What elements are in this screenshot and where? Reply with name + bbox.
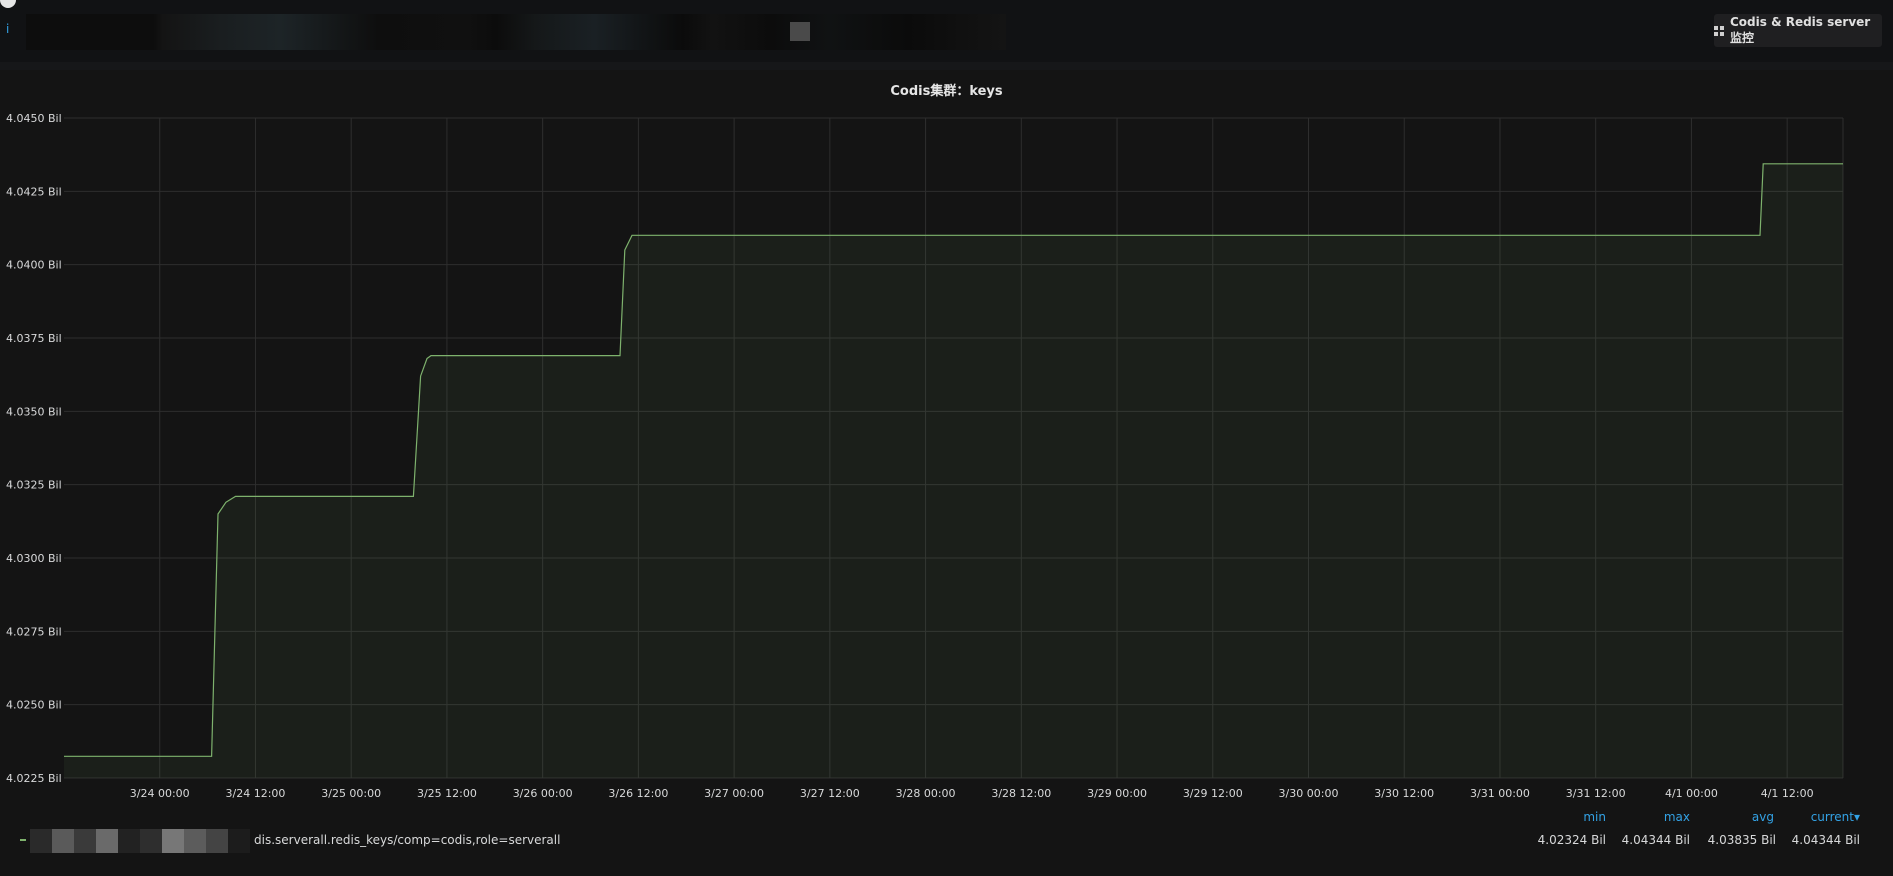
x-tick-label: 3/31 12:00	[1566, 787, 1626, 800]
x-tick-label: 4/1 00:00	[1665, 787, 1718, 800]
legend-value-min: 4.02324 Bil	[1537, 833, 1606, 847]
x-tick-label: 3/28 12:00	[991, 787, 1051, 800]
x-tick-label: 3/29 00:00	[1087, 787, 1147, 800]
x-tick-label: 3/27 00:00	[704, 787, 764, 800]
series-area-fill	[64, 163, 1843, 779]
legend-header-current[interactable]: current▾	[1794, 810, 1860, 824]
y-tick-label: 4.0250 Bil	[6, 699, 62, 712]
legend-header-max[interactable]: max	[1624, 810, 1690, 824]
x-tick-label: 3/29 12:00	[1183, 787, 1243, 800]
y-tick-label: 4.0225 Bil	[6, 772, 62, 785]
x-tick-label: 3/27 12:00	[800, 787, 860, 800]
x-tick-label: 3/31 00:00	[1470, 787, 1530, 800]
x-tick-label: 3/24 12:00	[226, 787, 286, 800]
y-tick-label: 4.0300 Bil	[6, 552, 62, 565]
x-tick-label: 3/28 00:00	[896, 787, 956, 800]
legend-value-max: 4.04344 Bil	[1621, 833, 1690, 847]
x-tick-label: 3/30 12:00	[1374, 787, 1434, 800]
redacted-series-prefix	[30, 829, 250, 853]
legend-header-min[interactable]: min	[1540, 810, 1606, 824]
y-tick-label: 4.0350 Bil	[6, 405, 62, 418]
x-tick-label: 4/1 12:00	[1761, 787, 1814, 800]
y-tick-label: 4.0400 Bil	[6, 259, 62, 272]
x-tick-label: 3/26 00:00	[513, 787, 573, 800]
x-tick-label: 3/26 12:00	[608, 787, 668, 800]
y-tick-label: 4.0425 Bil	[6, 185, 62, 198]
legend-series-name[interactable]: dis.serverall.redis_keys/comp=codis,role…	[254, 833, 560, 847]
x-tick-label: 3/30 00:00	[1279, 787, 1339, 800]
legend-series-swatch[interactable]	[20, 839, 26, 841]
keys-graph[interactable]: 4.0225 Bil 4.0250 Bil 4.0275 Bil 4.0300 Bil…	[0, 0, 1893, 876]
y-tick-label: 4.0375 Bil	[6, 332, 62, 345]
legend-value-current: 4.04344 Bil	[1791, 833, 1860, 847]
y-tick-label: 4.0325 Bil	[6, 479, 62, 492]
x-tick-label: 3/25 12:00	[417, 787, 477, 800]
legend-header-avg[interactable]: avg	[1708, 810, 1774, 824]
y-tick-label: 4.0275 Bil	[6, 625, 62, 638]
x-tick-label: 3/25 00:00	[321, 787, 381, 800]
y-tick-label: 4.0450 Bil	[6, 112, 62, 125]
legend-value-avg: 4.03835 Bil	[1707, 833, 1776, 847]
x-tick-label: 3/24 00:00	[130, 787, 190, 800]
